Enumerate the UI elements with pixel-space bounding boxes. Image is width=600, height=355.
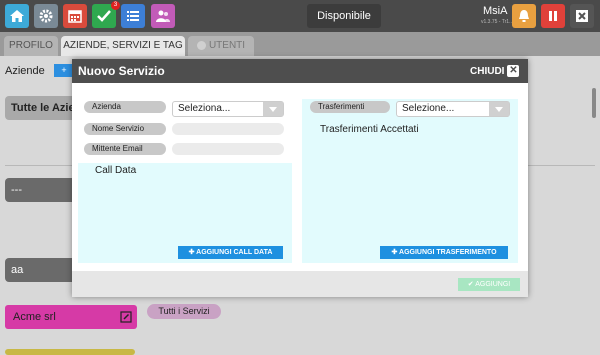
tab-bar: PROFILO AZIENDE, SERVIZI E TAG UTENTI [0,32,600,56]
aziende-heading: Aziende [5,65,45,77]
top-toolbar: 3 Disponibile MsiA v1.3.75 - Tr1... [0,0,600,32]
modal-header: Nuovo Servizio CHIUDI ✕ [72,59,528,83]
close-button[interactable]: CHIUDI ✕ [470,65,520,77]
tab-profilo[interactable]: PROFILO [4,36,58,56]
mittente-email-label: Mittente Email [84,143,166,155]
add-trasferimento-button[interactable]: ✚ AGGIUNGI TRASFERIMENTO [380,246,508,259]
home-icon [10,10,24,22]
calendar-button[interactable] [63,4,87,28]
nuovo-servizio-modal: Nuovo Servizio CHIUDI ✕ Azienda Selezion… [72,59,528,297]
list-icon [127,11,139,21]
submit-button[interactable]: ✔ AGGIUNGI [458,278,520,291]
service-tag[interactable]: Tutti i Servizi [147,304,221,319]
check-icon [97,10,111,22]
logout-button[interactable] [570,4,594,28]
alarm-button[interactable] [512,4,536,28]
gear-icon [39,9,53,23]
trasferimenti-accettati-title: Trasferimenti Accettati [320,124,419,135]
bottom-row [5,349,135,355]
trasferimenti-select-value: Selezione... [402,103,455,114]
users-icon [156,10,170,22]
pause-button[interactable] [541,4,565,28]
close-label: CHIUDI [470,65,505,77]
contacts-button[interactable] [151,4,175,28]
plus-icon: ✚ [188,249,195,256]
pause-icon [549,11,557,21]
trasferimenti-panel: Trasferimenti Selezione... Trasferimenti… [302,99,518,263]
add-call-data-button[interactable]: ✚ AGGIUNGI CALL DATA [178,246,283,259]
add-azienda-button[interactable]: + [54,64,74,77]
add-trasferimento-label: AGGIUNGI TRASFERIMENTO [399,249,497,256]
tab-utenti-label: UTENTI [208,40,246,51]
acme-label: Acme srl [13,311,56,323]
trasferimenti-select[interactable]: Selezione... [396,101,510,117]
tab-utenti[interactable]: UTENTI [188,36,254,56]
chevron-down-icon [263,102,283,116]
add-call-data-label: AGGIUNGI CALL DATA [196,249,273,256]
check-icon: ✔ [467,281,474,288]
notification-badge: 3 [111,1,120,10]
nome-servizio-label: Nome Servizio [84,123,166,135]
azienda-select-value: Seleziona... [178,103,231,114]
azienda-select[interactable]: Seleziona... [172,101,284,117]
plus-icon: ✚ [391,249,398,256]
nome-servizio-input[interactable] [172,123,284,135]
modal-footer: ✔ AGGIUNGI [72,271,528,297]
azienda-row-acme[interactable]: Acme srl [5,305,137,329]
close-icon [576,10,588,22]
settings-button[interactable] [34,4,58,28]
edit-icon[interactable] [120,311,132,323]
bell-icon [519,10,529,22]
calendar-icon [68,10,82,23]
app-version: v1.3.75 - Tr1... [481,19,514,25]
close-icon: ✕ [507,65,520,77]
trasferimenti-label: Trasferimenti [310,101,390,113]
call-data-title: Call Data [95,165,137,176]
mittente-email-input[interactable] [172,143,284,155]
user-icon [196,40,206,50]
list-button[interactable] [121,4,145,28]
home-button[interactable] [5,4,29,28]
tasks-button[interactable]: 3 [92,1,120,28]
scrollbar[interactable] [592,88,596,118]
modal-title: Nuovo Servizio [78,64,165,78]
availability-status[interactable]: Disponibile [307,4,381,28]
submit-label: AGGIUNGI [475,281,511,288]
call-data-panel: Call Data ✚ AGGIUNGI CALL DATA [78,163,292,263]
tab-aziende-servizi-tag[interactable]: AZIENDE, SERVIZI E TAG [61,36,185,56]
azienda-label: Azienda [84,101,166,113]
user-name: MsiA [483,5,508,17]
chevron-down-icon [489,102,509,116]
